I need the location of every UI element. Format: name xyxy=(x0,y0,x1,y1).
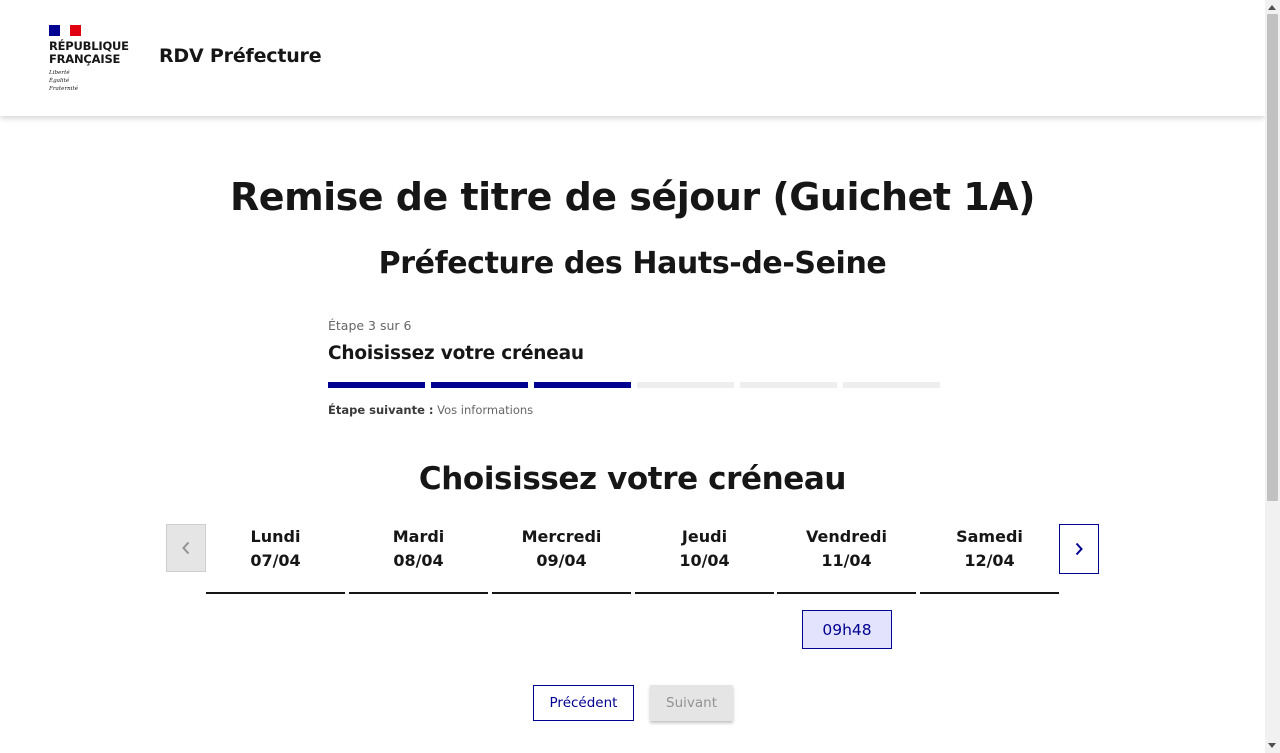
day-column-mardi: Mardi 08/04 xyxy=(349,524,488,594)
stepper-segment-5 xyxy=(740,382,837,388)
stepper-count: Étape 3 sur 6 xyxy=(328,318,412,333)
service-title[interactable]: RDV Préfecture xyxy=(159,45,322,67)
republique-francaise-logo[interactable]: RÉPUBLIQUE FRANÇAISE xyxy=(49,40,129,66)
stepper-progress xyxy=(328,382,940,388)
next-week-button[interactable] xyxy=(1059,524,1099,574)
calendar-title: Choisissez votre créneau xyxy=(418,461,847,497)
site-header: RÉPUBLIQUE FRANÇAISE Liberté Égalité Fra… xyxy=(0,0,1265,116)
stepper-segment-6 xyxy=(843,382,940,388)
devise-text: Liberté Égalité Fraternité xyxy=(49,70,79,92)
stepper-segment-1 xyxy=(328,382,425,388)
day-column-jeudi: Jeudi 10/04 xyxy=(635,524,774,594)
stepper-segment-2 xyxy=(431,382,528,388)
time-slot-button[interactable]: 09h48 xyxy=(802,610,892,649)
day-column-samedi: Samedi 12/04 xyxy=(920,524,1059,594)
stepper-segment-3 xyxy=(534,382,631,388)
scroll-up-arrow-icon[interactable] xyxy=(1268,5,1276,10)
stepper-next-step: Étape suivante : Vos informations xyxy=(328,403,534,417)
previous-button[interactable]: Précédent xyxy=(533,685,634,721)
day-column-mercredi: Mercredi 09/04 xyxy=(492,524,631,594)
next-button[interactable]: Suivant xyxy=(650,685,733,721)
previous-week-button[interactable] xyxy=(166,524,206,572)
chevron-left-icon xyxy=(182,541,190,555)
scroll-down-arrow-icon[interactable] xyxy=(1268,743,1276,748)
page-title: Remise de titre de séjour (Guichet 1A) xyxy=(230,175,1035,219)
stepper-title: Choisissez votre créneau xyxy=(328,343,584,364)
chevron-right-icon xyxy=(1075,542,1083,556)
french-flag-logo xyxy=(49,25,82,36)
day-column-vendredi: Vendredi 11/04 xyxy=(777,524,916,594)
scrollbar[interactable] xyxy=(1265,0,1280,753)
scroll-thumb[interactable] xyxy=(1267,14,1278,501)
day-column-lundi: Lundi 07/04 xyxy=(206,524,345,594)
stepper-segment-4 xyxy=(637,382,734,388)
page-subtitle: Préfecture des Hauts-de-Seine xyxy=(378,246,887,281)
